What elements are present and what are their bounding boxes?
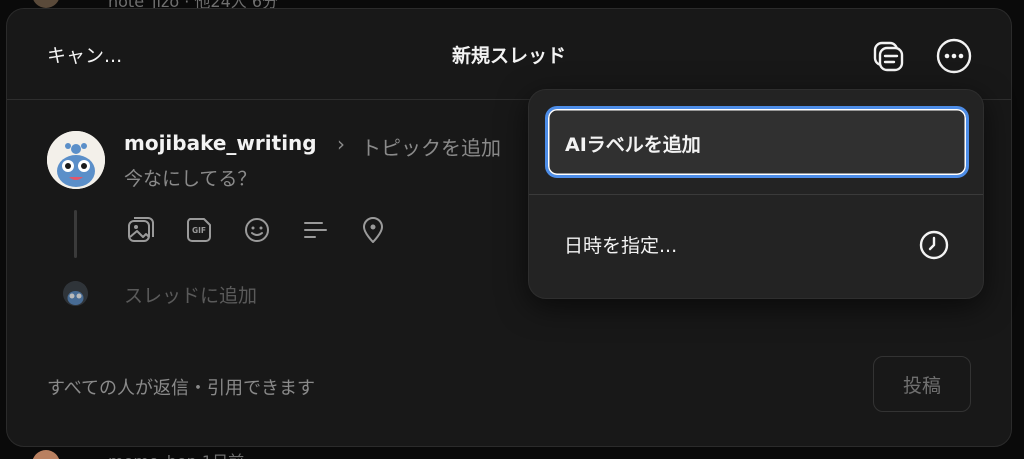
background-post-meta: note_jizo · 他24人 6分 [108,0,278,8]
more-options-icon[interactable] [935,37,973,75]
menu-divider [529,194,983,195]
background-avatar [32,0,60,8]
background-avatar [32,450,60,459]
poll-icon[interactable] [298,213,332,247]
schedule-menu-item[interactable]: 日時を指定... [545,208,969,280]
image-icon[interactable] [124,213,158,247]
dialog-title: 新規スレッド [451,45,566,67]
menu-item-label: AIラベルを追加 [565,134,701,156]
chevron-right-icon: › [337,132,345,156]
dialog-header: キャン... 新規スレッド [7,9,1011,100]
add-to-thread-input[interactable]: スレッドに追加 [124,281,257,308]
reply-avatar [63,281,88,306]
emoji-icon[interactable] [240,213,274,247]
add-ai-label-menu-item[interactable]: AIラベルを追加 [545,106,969,178]
background-feed-top: note_jizo · 他24人 6分 [0,0,1024,8]
post-text-input[interactable]: 今なにしてる？ [124,164,256,191]
author-avatar [47,131,105,189]
background-post-meta: momo_hon 1日前 [108,448,244,459]
clock-icon [919,230,949,260]
topic-input[interactable]: トピックを追加 [361,132,501,161]
location-icon[interactable] [356,213,390,247]
thread-connector-line [74,210,77,258]
gif-icon[interactable]: GIF [182,213,216,247]
author-username: mojibake_writing [124,131,317,155]
drafts-icon[interactable] [869,37,907,75]
more-options-menu: AIラベルを追加 日時を指定... [528,89,984,299]
svg-text:GIF: GIF [192,226,206,235]
background-feed-bottom: momo_hon 1日前 [0,446,1024,459]
post-button[interactable]: 投稿 [873,356,971,412]
menu-item-label: 日時を指定... [564,235,678,257]
reply-permission-setting[interactable]: すべての人が返信・引用できます [47,374,315,400]
